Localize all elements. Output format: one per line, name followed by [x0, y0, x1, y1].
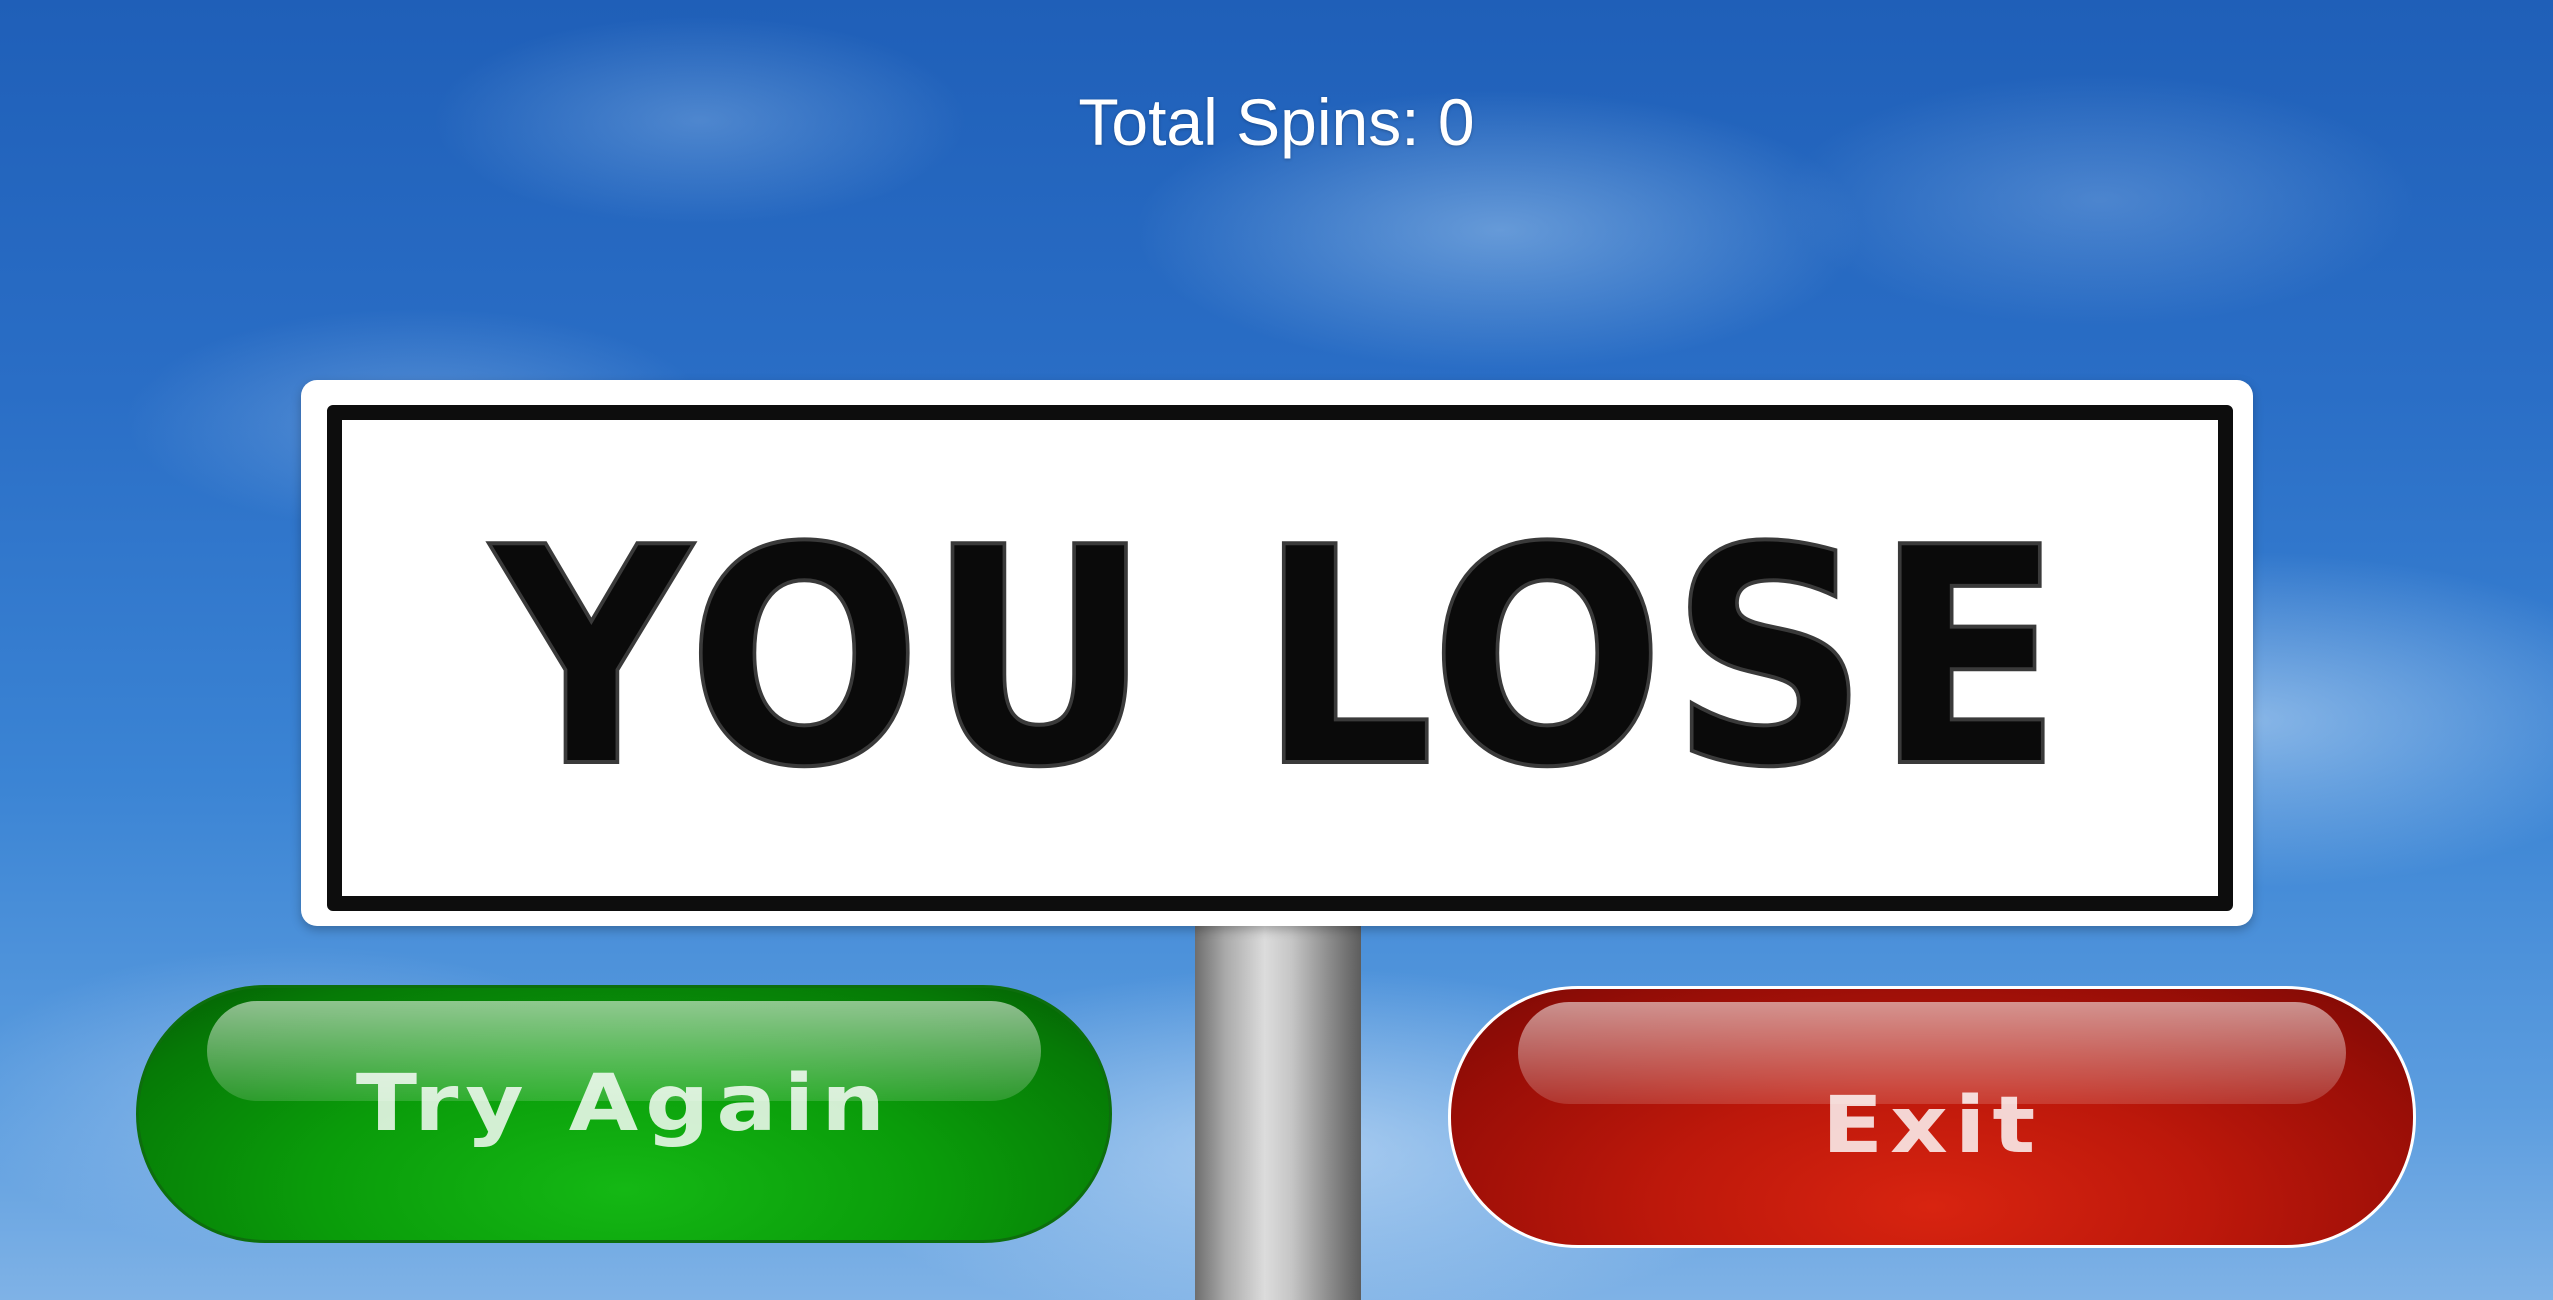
exit-label: Exit [1821, 1081, 2043, 1171]
sign-pole [1195, 920, 1361, 1300]
result-message: YOU LOSE [490, 482, 2069, 835]
exit-button[interactable]: Exit [1448, 986, 2416, 1248]
sign-border-frame: YOU LOSE [327, 405, 2233, 911]
result-sign: YOU LOSE [301, 380, 2253, 926]
try-again-button[interactable]: Try Again [136, 985, 1112, 1243]
try-again-label: Try Again [355, 1059, 893, 1149]
total-spins-counter: Total Spins: 0 [1078, 85, 1475, 159]
